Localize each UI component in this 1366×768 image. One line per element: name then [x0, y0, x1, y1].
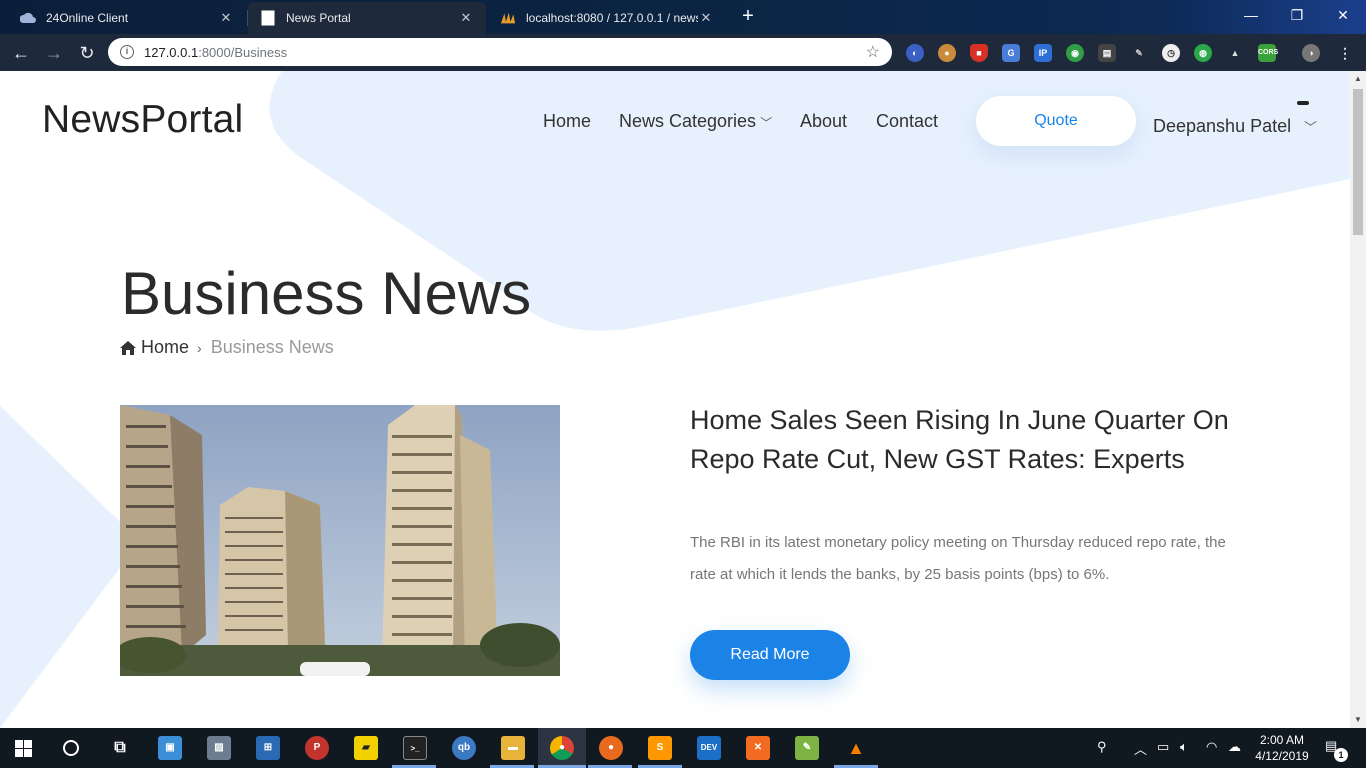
contacts-app-icon[interactable]: ▣ [158, 736, 182, 760]
tab-title: News Portal [286, 11, 351, 25]
vlc-app-icon[interactable]: ▲ [844, 736, 868, 760]
reader-extension-icon[interactable]: ▤ [1098, 44, 1116, 62]
tab-title: 24Online Client [46, 11, 129, 25]
browser-tab[interactable]: 24Online Client ✕ [8, 2, 246, 34]
blank-page-icon [260, 10, 276, 26]
onedrive-icon[interactable]: ☁︎ [1228, 739, 1241, 755]
breadcrumb: Home › Business News [120, 337, 334, 358]
store-app-icon[interactable]: ⊞ [256, 736, 280, 760]
scrollbar-thumb[interactable] [1353, 89, 1363, 235]
terminal-app-icon[interactable]: >_ [403, 736, 427, 760]
new-tab-icon[interactable]: + [736, 5, 760, 29]
breadcrumb-current: Business News [210, 337, 334, 357]
sticky-notes-icon[interactable]: ▰ [354, 736, 378, 760]
cloud-icon [20, 10, 36, 26]
restore-icon[interactable]: ❐ [1274, 0, 1320, 30]
browser-tab[interactable]: News Portal ✕ [248, 2, 486, 34]
monitor-app-icon[interactable]: ▨ [207, 736, 231, 760]
bookmark-star-icon[interactable]: ☆ [866, 42, 880, 62]
drive-extension-icon[interactable]: ▲ [1226, 44, 1244, 62]
browser-tab[interactable]: localhost:8080 / 127.0.0.1 / news ✕ [488, 2, 726, 34]
url-path: :8000/Business [198, 44, 288, 60]
xampp-app-icon[interactable]: ✕ [746, 736, 770, 760]
nav-contact[interactable]: Contact [876, 111, 938, 132]
nav-news-categories[interactable]: News Categories ﹀ [619, 111, 772, 132]
file-explorer-icon[interactable]: ▬ [501, 736, 525, 760]
quote-button[interactable]: Quote [976, 96, 1136, 146]
tab-separator [247, 10, 248, 26]
browser-tab-strip: 24Online Client ✕ News Portal ✕ localhos… [0, 0, 1366, 34]
close-window-icon[interactable]: ✕ [1320, 0, 1366, 30]
clock-date: 4/12/2019 [1255, 749, 1309, 763]
system-clock[interactable]: 2:00 AM 4/12/2019 [1250, 732, 1314, 764]
page-viewport: NewsPortal Home News Categories ﹀ About C… [0, 71, 1350, 728]
site-logo[interactable]: NewsPortal [42, 98, 243, 142]
pen-extension-icon[interactable]: ✎ [1130, 44, 1148, 62]
chrome-app-icon[interactable]: ● [550, 736, 574, 760]
nav-categories-label: News Categories [619, 111, 757, 131]
shield-extension-icon[interactable]: ■ [970, 44, 988, 62]
article-image[interactable] [120, 405, 560, 676]
search-icon[interactable] [63, 740, 79, 756]
article-excerpt: The RBI in its latest monetary policy me… [690, 534, 1226, 583]
home-icon [120, 340, 136, 355]
ip-extension-icon[interactable]: IP [1034, 44, 1052, 62]
wifi-icon[interactable]: ◠ [1206, 739, 1217, 755]
user-indicator [1297, 101, 1309, 105]
info-icon[interactable]: i [120, 45, 134, 59]
more-menu-icon[interactable]: ⋮ [1336, 44, 1354, 62]
badge-extension-icon[interactable]: ◉ [1066, 44, 1084, 62]
chevron-up-icon[interactable]: ︿ [1134, 739, 1147, 758]
profile-avatar-icon[interactable]: ◑ [1302, 44, 1320, 62]
translate-extension-icon[interactable]: G [1002, 44, 1020, 62]
close-icon[interactable]: ✕ [698, 10, 714, 26]
battery-icon[interactable]: ▭ [1157, 739, 1169, 755]
scroll-up-icon[interactable]: ▲ [1354, 74, 1362, 83]
nav-about[interactable]: About [800, 111, 847, 132]
scroll-down-icon[interactable]: ▼ [1354, 715, 1362, 724]
task-view-icon[interactable]: ⧉ [108, 736, 132, 760]
minimize-icon[interactable]: — [1228, 0, 1274, 30]
windows-start-icon[interactable] [15, 740, 32, 757]
read-more-button[interactable]: Read More [690, 630, 850, 680]
user-menu[interactable]: Deepanshu Patel [1153, 116, 1291, 137]
nav-home[interactable]: Home [543, 111, 591, 132]
notepadpp-app-icon[interactable]: ✎ [795, 736, 819, 760]
postman-app-icon[interactable]: P [305, 736, 329, 760]
cookie-extension-icon[interactable]: ● [938, 44, 956, 62]
qbittorrent-app-icon[interactable]: qb [452, 736, 476, 760]
extension-icon[interactable]: ◐ [906, 44, 924, 62]
windows-taskbar: ⧉ ▣ ▨ ⊞ P ▰ >_ qb ▬ ● ● S DEV ✕ ✎ ▲ ⚲ ︿ … [0, 728, 1366, 768]
page-title: Business News [121, 260, 532, 327]
reload-icon[interactable]: ↻ [74, 40, 100, 66]
firefox-app-icon[interactable]: ● [599, 736, 623, 760]
close-icon[interactable]: ✕ [458, 10, 474, 26]
notification-badge: 1 [1334, 748, 1348, 762]
dev-app-icon[interactable]: DEV [697, 736, 721, 760]
article-headline[interactable]: Home Sales Seen Rising In June Quarter O… [690, 401, 1230, 479]
phpmyadmin-icon [500, 10, 516, 26]
browser-toolbar: ← → ↻ i 127.0.0.1:8000/Business ☆ ◐ ● ■ … [0, 34, 1366, 71]
clock-extension-icon[interactable]: ◷ [1162, 44, 1180, 62]
clock-time: 2:00 AM [1259, 733, 1305, 747]
chevron-right-icon: › [197, 339, 202, 356]
people-icon[interactable]: ⚲ [1097, 739, 1107, 755]
address-bar[interactable]: i 127.0.0.1:8000/Business ☆ [108, 38, 892, 66]
chevron-down-icon[interactable]: ﹀ [1304, 117, 1317, 136]
volume-icon[interactable]: 🔈︎ [1180, 739, 1188, 755]
tab-title: localhost:8080 / 127.0.0.1 / news [526, 11, 698, 25]
chevron-down-icon: ﹀ [760, 116, 773, 130]
page-scrollbar[interactable]: ▲ ▼ [1350, 71, 1366, 728]
sublime-text-icon[interactable]: S [648, 736, 672, 760]
forward-icon[interactable]: → [41, 40, 67, 66]
cors-extension-icon[interactable]: CORS [1258, 44, 1278, 62]
globe-extension-icon[interactable]: ◍ [1194, 44, 1212, 62]
back-icon[interactable]: ← [8, 40, 34, 66]
breadcrumb-home-link[interactable]: Home [141, 337, 189, 358]
close-icon[interactable]: ✕ [218, 10, 234, 26]
url-host: 127.0.0.1 [144, 44, 199, 60]
